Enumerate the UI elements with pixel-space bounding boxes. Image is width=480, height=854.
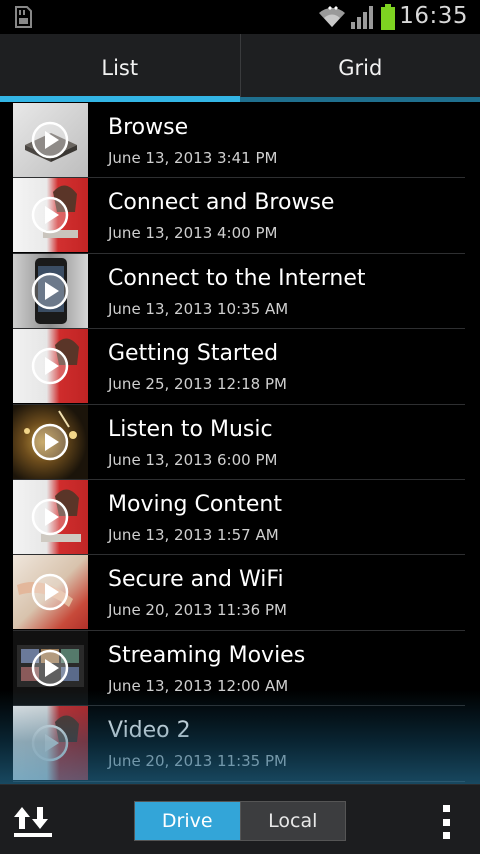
play-icon bbox=[31, 121, 69, 159]
list-item[interactable]: Listen to Music June 13, 2013 6:00 PM bbox=[13, 404, 465, 480]
video-date: June 20, 2013 11:36 PM bbox=[108, 601, 287, 620]
video-title: Connect to the Internet bbox=[108, 265, 366, 291]
video-title: Secure and WiFi bbox=[108, 567, 284, 593]
list-item[interactable]: Connect to the Internet June 13, 2013 10… bbox=[13, 253, 465, 330]
list-item[interactable]: Getting Started June 25, 2013 12:18 PM bbox=[13, 329, 465, 405]
upload-download-icon[interactable] bbox=[12, 803, 54, 839]
play-icon bbox=[31, 649, 69, 686]
video-list[interactable]: Browse June 13, 2013 3:41 PM Connect and… bbox=[13, 103, 465, 782]
overflow-menu-icon[interactable] bbox=[438, 805, 454, 839]
signal-icon bbox=[351, 6, 373, 29]
video-date: June 13, 2013 3:41 PM bbox=[108, 149, 278, 167]
list-item[interactable]: Moving Content June 13, 2013 1:57 AM bbox=[13, 479, 465, 556]
video-date: June 25, 2013 12:18 PM bbox=[108, 375, 287, 394]
video-date: June 13, 2013 6:00 PM bbox=[108, 450, 278, 469]
local-button[interactable]: Local bbox=[239, 802, 345, 840]
video-date: June 20, 2013 11:35 PM bbox=[108, 752, 287, 771]
tab-grid[interactable]: Grid bbox=[239, 34, 480, 102]
video-title: Getting Started bbox=[108, 341, 279, 367]
source-toggle: Drive Local bbox=[134, 801, 346, 841]
play-icon bbox=[31, 423, 69, 460]
tab-list[interactable]: List bbox=[0, 34, 240, 102]
video-title: Video 2 bbox=[108, 718, 191, 744]
video-date: June 13, 2013 4:00 PM bbox=[108, 224, 278, 243]
play-icon bbox=[31, 272, 69, 310]
clock: 16:35 bbox=[399, 3, 468, 29]
sd-card-icon bbox=[15, 6, 32, 28]
video-title: Connect and Browse bbox=[108, 190, 335, 216]
play-icon bbox=[31, 197, 69, 234]
video-title: Browse bbox=[108, 115, 189, 140]
play-icon bbox=[31, 498, 69, 536]
video-title: Listen to Music bbox=[108, 416, 273, 442]
list-item[interactable]: Video 2 June 20, 2013 11:35 PM bbox=[13, 706, 465, 782]
play-icon bbox=[31, 574, 69, 611]
video-date: June 13, 2013 12:00 AM bbox=[108, 676, 289, 695]
bottom-action-bar: Drive Local bbox=[0, 784, 480, 854]
tab-bar: List Grid bbox=[0, 34, 480, 102]
video-date: June 13, 2013 10:35 AM bbox=[108, 299, 289, 318]
battery-icon bbox=[381, 4, 395, 30]
list-item[interactable]: Browse June 13, 2013 3:41 PM bbox=[13, 103, 465, 179]
tab-divider bbox=[240, 97, 480, 102]
video-title: Moving Content bbox=[108, 491, 282, 517]
video-date: June 13, 2013 1:57 AM bbox=[108, 525, 279, 544]
status-bar: 16:35 bbox=[0, 0, 480, 34]
list-item[interactable]: Secure and WiFi June 20, 2013 11:36 PM bbox=[13, 555, 465, 631]
video-title: Streaming Movies bbox=[108, 642, 306, 668]
wifi-icon bbox=[319, 6, 345, 27]
list-item[interactable]: Streaming Movies June 13, 2013 12:00 AM bbox=[13, 630, 465, 707]
list-item[interactable]: Connect and Browse June 13, 2013 4:00 PM bbox=[13, 178, 465, 254]
play-icon bbox=[31, 724, 69, 762]
drive-button[interactable]: Drive bbox=[135, 802, 240, 840]
play-icon bbox=[31, 347, 69, 385]
